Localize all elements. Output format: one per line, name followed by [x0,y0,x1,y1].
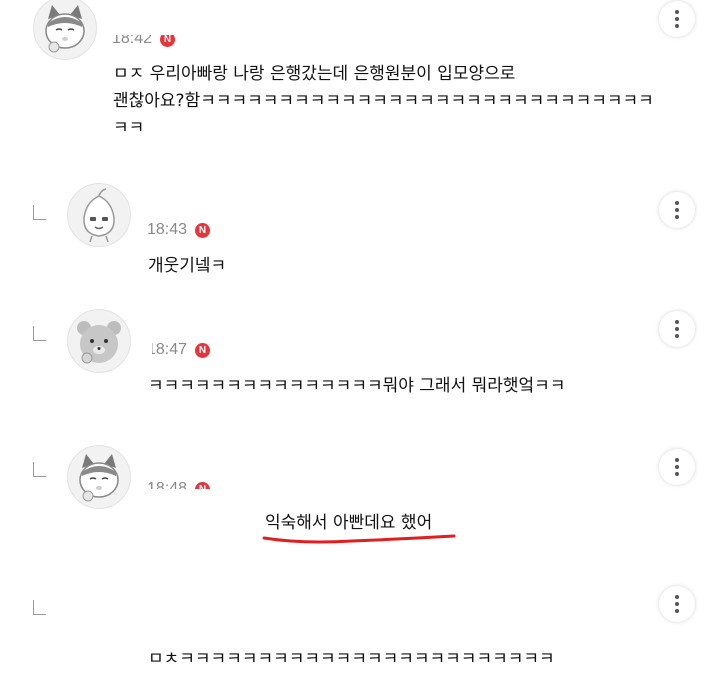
avatar[interactable] [33,0,97,60]
avatar[interactable] [67,445,131,509]
timestamp-overlap [138,340,152,360]
new-badge: N [195,222,211,238]
timestamp: 18:43 [147,221,188,238]
reply-arrow-icon [33,205,46,220]
reply-arrow-icon [33,326,46,341]
more-options-button[interactable] [659,311,695,347]
comment-text: ㅁㅊㅋㅋㅋㅋㅋㅋㅋㅋㅋㅋㅋㅋㅋㅋㅋㅋㅋㅋㅋㅋㅋㅋㅋㅋ [148,649,555,669]
avatar[interactable] [67,183,131,247]
reply-arrow-icon [33,600,46,615]
new-badge: N [195,342,211,358]
comment-text: ㅁㅈ 우리아빠랑 나랑 은행갔는데 은행원분이 입모양으로 괜찮아요?함ㅋㅋㅋㅋ… [113,64,654,138]
timestamp: 18:47 [147,341,188,358]
bear-character-icon [77,321,121,364]
avatar[interactable] [67,309,131,373]
underline-annotation [262,534,456,544]
cat-character-icon [45,5,85,53]
more-options-button[interactable] [659,1,695,37]
timestamp-overlap [138,489,228,501]
peach-character-icon [83,188,115,243]
more-options-button[interactable] [659,192,695,228]
timestamp-overlap [100,22,220,35]
more-options-button[interactable] [659,586,695,622]
comment-meta: 18:43 N [147,221,211,239]
comment-text: 개웃기넼ㅋ [148,256,227,276]
reply-arrow-icon [33,462,46,477]
comment-meta: 18:47 N [147,341,211,359]
more-options-button[interactable] [659,449,695,485]
cat-character-icon [79,454,119,502]
comment-text: ㅋㅋㅋㅋㅋㅋㅋㅋㅋㅋㅋㅋㅋㅋㅋ뭐야 그래서 뭐라햇엌ㅋㅋ [148,376,566,396]
